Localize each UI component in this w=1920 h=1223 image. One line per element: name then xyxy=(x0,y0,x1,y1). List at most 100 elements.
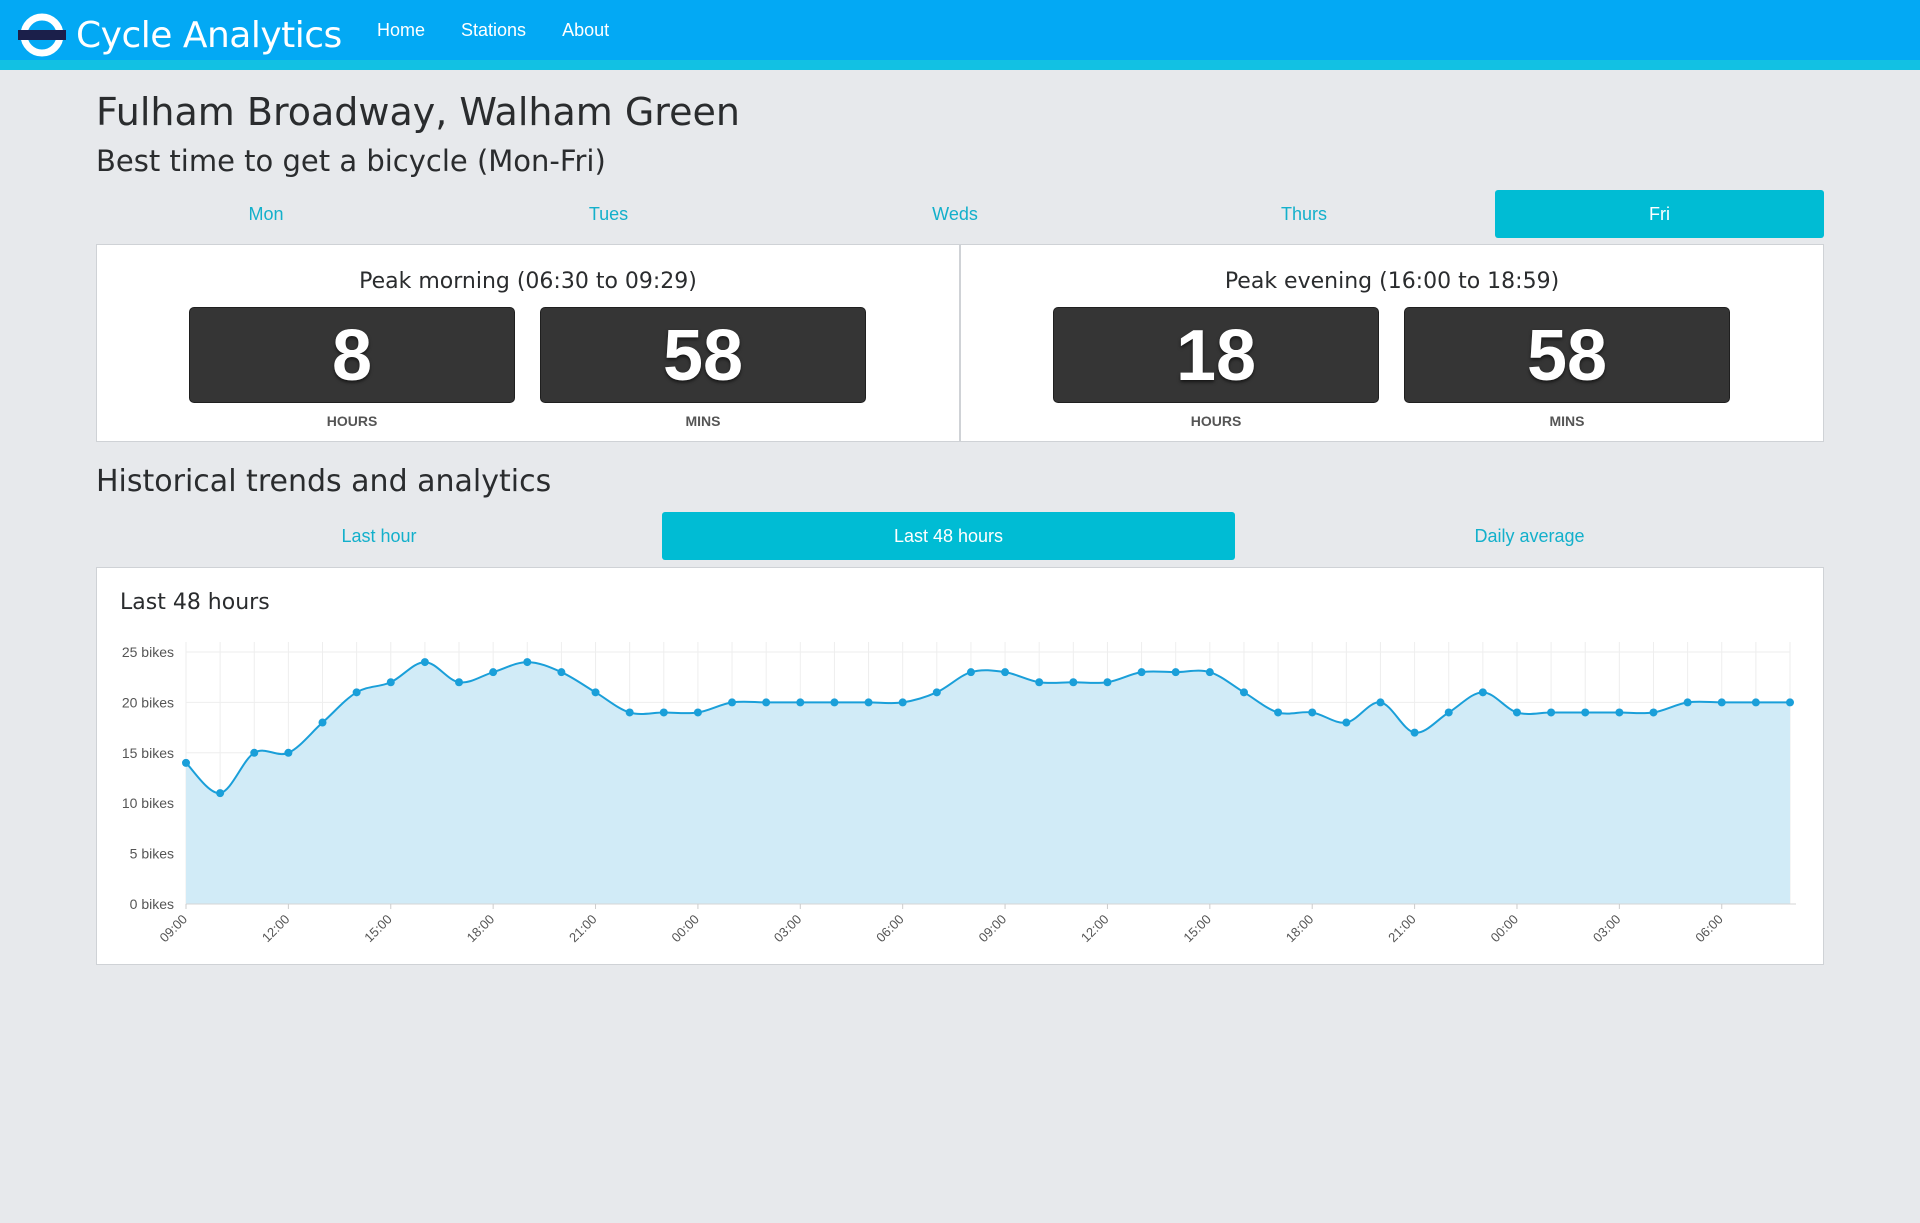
x-tick-label: 15:00 xyxy=(1180,912,1214,946)
y-tick-label: 0 bikes xyxy=(130,896,174,912)
data-point xyxy=(1717,698,1726,707)
tab-thurs[interactable]: Thurs xyxy=(1129,190,1479,238)
data-point xyxy=(1239,688,1248,697)
data-point xyxy=(1581,708,1590,717)
data-point xyxy=(1171,668,1180,677)
data-point xyxy=(762,698,771,707)
x-tick-label: 15:00 xyxy=(361,912,395,946)
data-point xyxy=(1274,708,1283,717)
data-point xyxy=(523,658,532,667)
tab-weds[interactable]: Weds xyxy=(781,190,1129,238)
y-tick-label: 5 bikes xyxy=(130,846,174,862)
data-point xyxy=(1683,698,1692,707)
x-tick-label: 12:00 xyxy=(259,912,293,946)
morning-hours-label: HOURS xyxy=(326,413,378,429)
data-point xyxy=(557,668,566,677)
data-point xyxy=(1137,668,1146,677)
x-tick-label: 21:00 xyxy=(566,912,600,946)
data-point xyxy=(1069,678,1078,687)
morning-mins-value: 58 xyxy=(540,307,866,403)
data-point xyxy=(1205,668,1214,677)
x-tick-label: 09:00 xyxy=(976,912,1010,946)
bikes-area-chart: 0 bikes 5 bikes 10 bikes 15 bikes 20 bikes 25… xyxy=(122,642,1796,946)
data-point xyxy=(864,698,873,707)
data-point xyxy=(659,708,668,717)
tab-last-48-hours[interactable]: Last 48 hours xyxy=(662,512,1235,560)
data-point xyxy=(1786,698,1794,707)
data-point xyxy=(182,758,190,767)
x-tick-label: 18:00 xyxy=(1283,912,1317,946)
data-point xyxy=(1001,668,1010,677)
roundel-logo-icon xyxy=(18,13,66,57)
x-tick-label: 09:00 xyxy=(157,912,191,946)
y-tick-label: 25 bikes xyxy=(122,644,174,660)
x-tick-label: 12:00 xyxy=(1078,912,1112,946)
tab-mon[interactable]: Mon xyxy=(96,190,436,238)
nav-home-link[interactable]: Home xyxy=(377,20,425,41)
page-subtitle: Best time to get a bicycle (Mon-Fri) xyxy=(96,144,606,178)
morning-hours-value: 8 xyxy=(189,307,515,403)
brand[interactable]: Cycle Analytics xyxy=(18,10,342,60)
evening-hours-value: 18 xyxy=(1053,307,1379,403)
x-tick-label: 21:00 xyxy=(1385,912,1419,946)
data-point xyxy=(318,718,327,727)
data-point xyxy=(932,688,941,697)
data-point xyxy=(1649,708,1658,717)
peak-evening-panel: Peak evening (16:00 to 18:59) 18 58 HOUR… xyxy=(960,244,1824,442)
y-tick-label: 20 bikes xyxy=(122,694,174,710)
data-point xyxy=(386,678,395,687)
data-point xyxy=(1615,708,1624,717)
data-point xyxy=(966,668,975,677)
data-point xyxy=(1342,718,1351,727)
evening-hours-label: HOURS xyxy=(1190,413,1242,429)
data-point xyxy=(420,658,429,667)
x-tick-label: 00:00 xyxy=(668,912,702,946)
data-point xyxy=(352,688,361,697)
data-point xyxy=(625,708,634,717)
series-area xyxy=(186,662,1790,904)
data-point xyxy=(1035,678,1044,687)
data-point xyxy=(455,678,464,687)
x-tick-label: 06:00 xyxy=(1692,912,1726,946)
data-point xyxy=(591,688,600,697)
data-point xyxy=(284,748,293,757)
data-point xyxy=(489,668,498,677)
chart-panel: Last 48 hours 0 bikes 5 bikes 10 bikes 15 b… xyxy=(96,567,1824,965)
app-title: Cycle Analytics xyxy=(76,14,342,56)
data-point xyxy=(250,748,259,757)
evening-mins-label: MINS xyxy=(1549,413,1585,429)
data-point xyxy=(1751,698,1760,707)
x-tick-label: 18:00 xyxy=(464,912,498,946)
x-tick-label: 06:00 xyxy=(873,912,907,946)
x-tick-label: 03:00 xyxy=(771,912,805,946)
page-title: Fulham Broadway, Walham Green xyxy=(96,90,740,134)
nav-stations-link[interactable]: Stations xyxy=(461,20,526,41)
x-tick-label: 00:00 xyxy=(1487,912,1521,946)
morning-mins-label: MINS xyxy=(685,413,721,429)
data-point xyxy=(1547,708,1556,717)
data-point xyxy=(898,698,907,707)
range-tabs: Last hour Last 48 hours Daily average xyxy=(96,512,1824,560)
data-point xyxy=(693,708,702,717)
evening-mins-value: 58 xyxy=(1404,307,1730,403)
peak-evening-title: Peak evening (16:00 to 18:59) xyxy=(1224,269,1560,294)
data-point xyxy=(1478,688,1487,697)
y-tick-label: 15 bikes xyxy=(122,745,174,761)
peak-morning-panel: Peak morning (06:30 to 09:29) 8 58 HOURS… xyxy=(96,244,960,442)
data-point xyxy=(728,698,737,707)
data-point xyxy=(796,698,805,707)
data-point xyxy=(1308,708,1317,717)
tab-tues[interactable]: Tues xyxy=(436,190,781,238)
data-point xyxy=(1512,708,1521,717)
data-point xyxy=(1103,678,1112,687)
y-tick-label: 10 bikes xyxy=(122,795,174,811)
nav-about-link[interactable]: About xyxy=(562,20,609,41)
tab-daily-average[interactable]: Daily average xyxy=(1235,512,1824,560)
top-navbar: Cycle Analytics Home Stations About xyxy=(0,0,1920,70)
data-point xyxy=(830,698,839,707)
tab-last-hour[interactable]: Last hour xyxy=(96,512,662,560)
history-section-title: Historical trends and analytics xyxy=(96,464,552,499)
tab-fri[interactable]: Fri xyxy=(1495,190,1824,238)
data-point xyxy=(1410,728,1419,737)
data-point xyxy=(1376,698,1385,707)
